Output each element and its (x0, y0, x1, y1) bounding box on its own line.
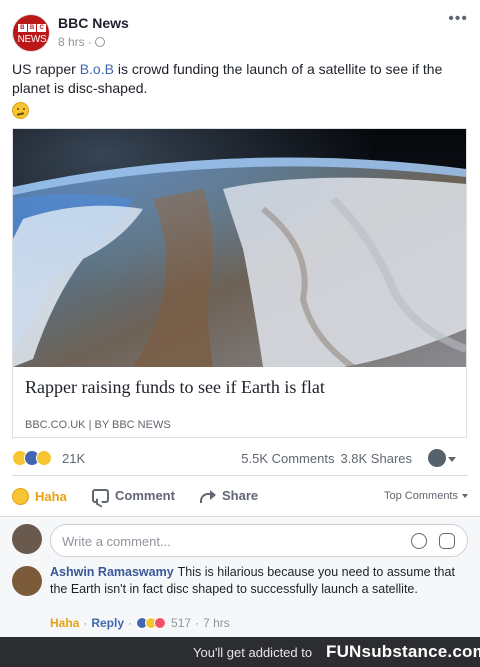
action-bar: Haha Comment Share Top Comments (12, 484, 468, 512)
reaction-icons[interactable] (12, 450, 52, 466)
earth-photo[interactable] (13, 129, 466, 367)
meta-separator: · (87, 35, 92, 49)
share-label: Share (222, 488, 259, 503)
earth-image (13, 129, 466, 367)
message-prefix: US rapper (12, 61, 80, 77)
comment-author[interactable]: Ashwin Ramaswamy (50, 565, 174, 579)
comment-label: Comment (115, 488, 175, 503)
reaction-count[interactable]: 21K (62, 451, 85, 466)
post-time[interactable]: 8 hrs (58, 35, 85, 49)
comment-body: Ashwin Ramaswamy This is hilarious becaus… (50, 564, 468, 598)
bbc-news-avatar[interactable]: BBC NEWS (12, 14, 50, 52)
post-card: BBC NEWS BBC News 8 hrs · ••• US rapper … (0, 0, 480, 637)
link-source: BBC.CO.UK | BY BBC NEWS (25, 419, 171, 431)
commenter-avatar[interactable] (12, 566, 42, 596)
thinking-face-icon (12, 102, 29, 119)
sort-label: Top Comments (384, 490, 458, 502)
viewer-avatar[interactable] (428, 449, 446, 467)
share-icon (199, 489, 216, 503)
globe-icon (94, 37, 105, 47)
mention-link[interactable]: B.o.B (80, 61, 114, 77)
comment-time[interactable]: 7 hrs (203, 616, 230, 630)
chevron-down-icon[interactable] (448, 457, 456, 462)
emoji-icon[interactable] (411, 533, 427, 549)
engagement-counts: 5.5K Comments 3.8K Shares (241, 451, 412, 466)
comment-input[interactable]: Write a comment... (50, 524, 468, 557)
link-preview[interactable]: Rapper raising funds to see if Earth is … (12, 128, 467, 438)
love-reaction-icon (154, 617, 167, 629)
comment-reply-button[interactable]: Reply (91, 616, 124, 630)
comment-haha-button[interactable]: Haha (50, 616, 79, 630)
sticker-icon[interactable] (439, 533, 455, 549)
comment-composer: Write a comment... (12, 523, 468, 557)
haha-label: Haha (35, 489, 67, 504)
watermark-text: You'll get addicted to (193, 645, 313, 660)
post-meta: 8 hrs · (58, 35, 105, 49)
bbc-blocks: BBC (18, 24, 47, 32)
logo-news-text: NEWS (17, 34, 47, 45)
reaction-summary: 21K 5.5K Comments 3.8K Shares (12, 448, 468, 470)
comment-button[interactable]: Comment (92, 488, 175, 503)
comment-placeholder: Write a comment... (62, 534, 171, 549)
link-title[interactable]: Rapper raising funds to see if Earth is … (25, 377, 325, 398)
divider (12, 475, 468, 476)
user-avatar[interactable] (12, 524, 42, 554)
top-comments-dropdown[interactable]: Top Comments (384, 490, 468, 502)
wow-reaction-icon (36, 450, 52, 466)
comment-reaction-count[interactable]: 517 (171, 616, 191, 630)
page-name[interactable]: BBC News (58, 15, 129, 31)
comment-icon (92, 488, 109, 503)
post-header: BBC NEWS BBC News 8 hrs · ••• (12, 11, 468, 54)
haha-button[interactable]: Haha (12, 488, 67, 505)
comment-actions: Haha · Reply · 517 · 7 hrs (50, 616, 230, 630)
watermark-brand[interactable]: FUNsubstance.com (326, 642, 480, 662)
post-message: US rapper B.o.B is crowd funding the lau… (12, 60, 468, 98)
shares-count[interactable]: 3.8K Shares (340, 451, 412, 466)
watermark-bar: You'll get addicted to FUNsubstance.com (0, 637, 480, 667)
haha-icon (12, 488, 29, 505)
comment-item: Ashwin Ramaswamy This is hilarious becaus… (12, 564, 468, 634)
comments-count[interactable]: 5.5K Comments (241, 451, 334, 466)
share-button[interactable]: Share (199, 488, 258, 503)
chevron-down-icon (462, 494, 468, 498)
comment-reaction-icons[interactable] (136, 617, 167, 629)
more-options-icon[interactable]: ••• (448, 11, 468, 27)
